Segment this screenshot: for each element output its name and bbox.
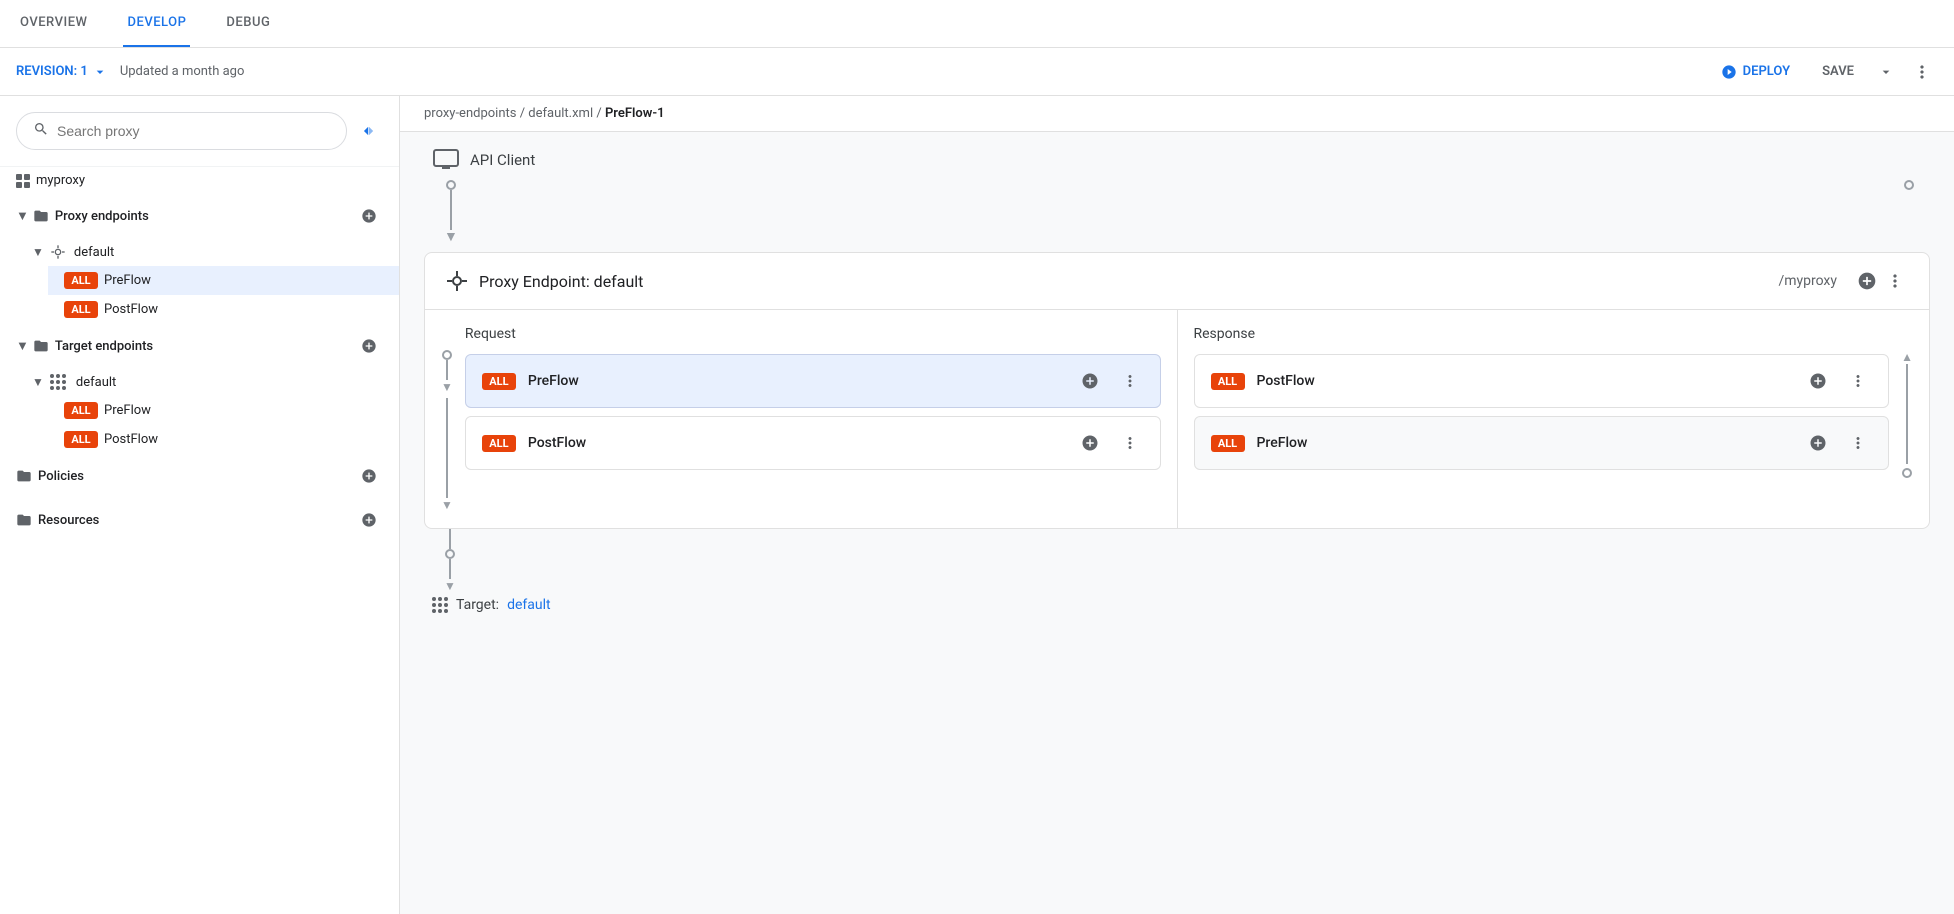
tab-overview[interactable]: OVERVIEW — [16, 0, 91, 47]
preflow-more-button[interactable] — [1116, 367, 1144, 395]
resp-postflow-more-button[interactable] — [1844, 367, 1872, 395]
search-input-wrap — [16, 112, 347, 150]
search-container — [0, 96, 399, 167]
bottom-connector: ▼ — [424, 529, 1930, 593]
request-preflow-item[interactable]: ALL PreFlow — [465, 354, 1161, 408]
request-postflow-label: PostFlow — [528, 435, 1064, 451]
chevron-down-icon: ▼ — [16, 208, 29, 224]
add-resp-postflow-policy-button[interactable] — [1804, 367, 1832, 395]
postflow-more-button[interactable] — [1116, 429, 1144, 457]
chevron-down-icon: ▼ — [32, 245, 44, 259]
target-label: Target: — [456, 597, 499, 613]
request-label: Request — [465, 326, 1161, 342]
response-label: Response — [1194, 326, 1890, 342]
sidebar: myproxy ▼ Proxy endpoints ▼ — [0, 96, 400, 914]
request-panel: ▼ ▼ Request ALL PreFlow — [425, 310, 1178, 528]
more-vert-icon — [1912, 62, 1932, 82]
req-resp-container: ▼ ▼ Request ALL PreFlow — [425, 310, 1929, 528]
top-nav: OVERVIEW DEVELOP DEBUG — [0, 0, 1954, 48]
response-postflow-item[interactable]: ALL PostFlow — [1194, 354, 1890, 408]
sidebar-item-myproxy[interactable]: myproxy — [0, 167, 399, 194]
target-endpoint-default-item[interactable]: ▼ default — [16, 368, 399, 396]
add-policy-button[interactable] — [355, 462, 383, 490]
target-postflow-item[interactable]: ALL PostFlow — [48, 425, 399, 454]
proxy-endpoint-header: Proxy Endpoint: default /myproxy — [425, 253, 1929, 310]
proxy-endpoint-default-item[interactable]: ▼ default — [16, 238, 399, 266]
api-client-header: API Client — [424, 132, 535, 180]
add-resource-button[interactable] — [355, 506, 383, 534]
target-row: Target: default — [424, 593, 1930, 621]
resources-header[interactable]: Resources — [0, 498, 399, 542]
target-endpoints-header[interactable]: ▼ Target endpoints — [0, 324, 399, 368]
grid-icon — [16, 174, 30, 188]
target-flows-wrap: ALL PreFlow ALL PostFlow — [16, 396, 399, 454]
proxy-endpoint-path: /myproxy — [1778, 273, 1837, 289]
tab-debug[interactable]: DEBUG — [222, 0, 274, 47]
revision-button[interactable]: REVISION: 1 — [16, 64, 108, 80]
crosshair-icon — [50, 244, 66, 260]
request-postflow-item[interactable]: ALL PostFlow — [465, 416, 1161, 470]
response-preflow-label: PreFlow — [1257, 435, 1793, 451]
response-preflow-item[interactable]: ALL PreFlow — [1194, 416, 1890, 470]
folder-icon3 — [16, 468, 32, 484]
response-postflow-label: PostFlow — [1257, 373, 1793, 389]
target-grid-icon — [432, 597, 448, 613]
proxy-preflow-item[interactable]: ALL PreFlow — [48, 266, 399, 295]
target-preflow-item[interactable]: ALL PreFlow — [48, 396, 399, 425]
proxy-endpoints-header[interactable]: ▼ Proxy endpoints — [0, 194, 399, 238]
add-target-endpoint-button[interactable] — [355, 332, 383, 360]
crosshair-icon2 — [445, 269, 469, 293]
resp-preflow-more-button[interactable] — [1844, 429, 1872, 457]
api-client-connector — [424, 184, 1930, 244]
monitor-icon — [432, 148, 460, 172]
grid-icon2 — [50, 374, 66, 390]
collapse-sidebar-button[interactable] — [355, 117, 383, 145]
add-flow-button[interactable] — [1853, 267, 1881, 295]
toolbar-right: DEPLOY SAVE — [1709, 56, 1938, 88]
chevron-down-icon2: ▼ — [16, 338, 29, 354]
canvas: proxy-endpoints / default.xml / PreFlow-… — [400, 96, 1954, 914]
add-postflow-policy-button[interactable] — [1076, 429, 1104, 457]
proxy-endpoint-box: Proxy Endpoint: default /myproxy — [424, 252, 1930, 529]
deploy-icon — [1721, 64, 1737, 80]
more-options-button[interactable] — [1906, 56, 1938, 88]
folder-icon2 — [33, 338, 49, 354]
target-endpoints-default: ▼ default ALL PreFlow ALL Post — [0, 368, 399, 454]
api-client-label: API Client — [470, 151, 535, 169]
chevron-down-icon3: ▼ — [32, 375, 44, 389]
tab-develop[interactable]: DEVELOP — [123, 0, 190, 47]
main-layout: myproxy ▼ Proxy endpoints ▼ — [0, 96, 1954, 914]
save-button[interactable]: SAVE — [1810, 58, 1866, 85]
toolbar: REVISION: 1 Updated a month ago DEPLOY S… — [0, 48, 1954, 96]
add-resp-preflow-policy-button[interactable] — [1804, 429, 1832, 457]
add-preflow-policy-button[interactable] — [1076, 367, 1104, 395]
target-endpoints-section: ▼ Target endpoints ▼ default — [0, 324, 399, 454]
updated-text: Updated a month ago — [120, 64, 1697, 79]
search-icon — [33, 121, 49, 141]
save-dropdown-button[interactable] — [1874, 58, 1898, 86]
proxy-endpoints-default: ▼ default ALL PreFlow — [0, 238, 399, 324]
deploy-button[interactable]: DEPLOY — [1709, 58, 1802, 86]
folder-icon4 — [16, 512, 32, 528]
request-preflow-label: PreFlow — [528, 373, 1064, 389]
response-panel: Response ALL PostFlow — [1178, 310, 1930, 528]
chevron-down-icon — [1878, 64, 1894, 80]
add-proxy-endpoint-button[interactable] — [355, 202, 383, 230]
endpoint-more-button[interactable] — [1881, 267, 1909, 295]
canvas-diagram: API Client ▼ — [400, 132, 1954, 645]
breadcrumb: proxy-endpoints / default.xml / PreFlow-… — [400, 96, 1954, 132]
folder-icon — [33, 208, 49, 224]
proxy-endpoint-title: Proxy Endpoint: default — [479, 272, 1778, 291]
target-link[interactable]: default — [507, 597, 551, 613]
policies-header[interactable]: Policies — [0, 454, 399, 498]
proxy-endpoints-section: ▼ Proxy endpoints ▼ — [0, 194, 399, 324]
chevron-down-icon — [92, 64, 108, 80]
search-input[interactable] — [57, 123, 330, 139]
connector-svg — [424, 184, 1930, 244]
proxy-preflow-item-wrap: ALL PreFlow ALL PostFlow — [16, 266, 399, 324]
proxy-postflow-item[interactable]: ALL PostFlow — [48, 295, 399, 324]
